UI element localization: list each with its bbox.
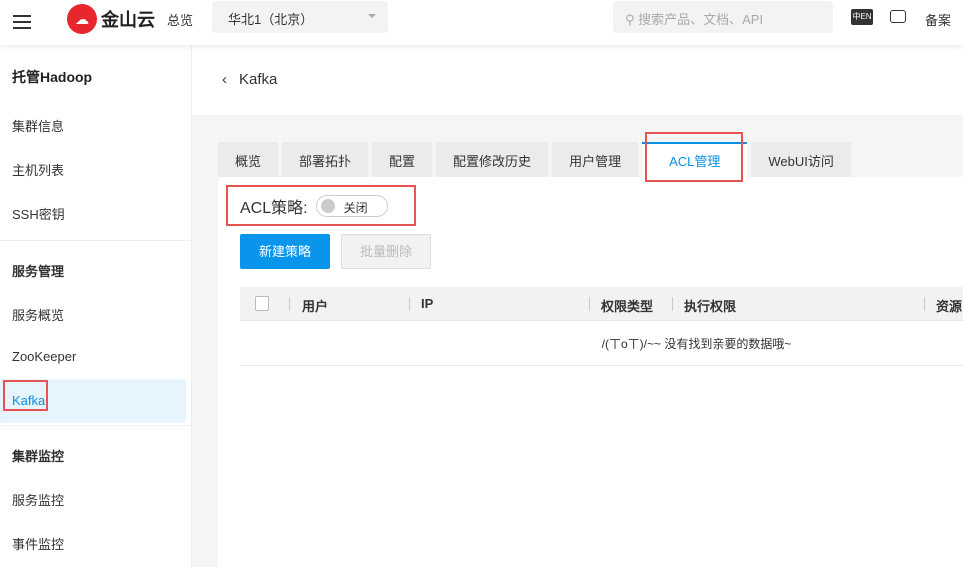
cloud-icon: ☁ (67, 4, 97, 34)
overview-link[interactable]: 总览 (167, 10, 193, 29)
page-title: Kafka (239, 71, 278, 88)
menu-icon[interactable] (13, 11, 31, 33)
sidebar-item-hosts[interactable]: 主机列表 (0, 146, 191, 190)
tab-users[interactable]: 用户管理 (552, 142, 639, 177)
sidebar-item-cluster-info[interactable]: 集群信息 (0, 102, 191, 146)
sidebar-item-service-overview[interactable]: 服务概览 (0, 291, 191, 335)
sidebar-section-monitor: 集群监控 (12, 449, 65, 464)
beian-link[interactable]: 备案 (925, 10, 951, 29)
sidebar-item-event-monitor[interactable]: 事件监控 (0, 520, 191, 564)
batch-delete-button[interactable]: 批量删除 (341, 234, 431, 269)
sidebar: 托管Hadoop 集群信息 主机列表 SSH密钥 服务管理 服务概览 ZooKe… (0, 45, 192, 567)
col-resource: 资源 (936, 299, 963, 314)
create-policy-button[interactable]: 新建策略 (240, 234, 330, 269)
mail-icon[interactable] (890, 10, 906, 23)
col-ip: IP (421, 296, 434, 311)
search-placeholder: 搜索产品、文档、API (638, 12, 764, 27)
search-icon: ⚲ (625, 12, 639, 27)
main-content: 概览 部署拓扑 配置 配置修改历史 用户管理 ACL管理 WebUI访问 ACL… (192, 115, 963, 567)
col-user: 用户 (302, 299, 329, 314)
language-icon[interactable]: 中EN (851, 9, 873, 25)
highlight-box (226, 185, 416, 226)
tab-topology[interactable]: 部署拓扑 (282, 142, 369, 177)
sidebar-item-ssh[interactable]: SSH密钥 (0, 190, 191, 234)
sidebar-title: 托管Hadoop (12, 69, 93, 85)
acl-panel: ACL策略: 关闭 新建策略 批量删除 用户 IP 权限类型 执行权限 资源 /(… (218, 177, 963, 567)
top-bar: ☁ 金山云 总览 华北1（北京） ⚲ 搜索产品、文档、API 中EN 备案 (0, 0, 963, 45)
table-header: 用户 IP 权限类型 执行权限 资源 (240, 287, 963, 321)
back-icon[interactable]: ‹ (222, 71, 227, 88)
col-perm-type: 权限类型 (601, 299, 654, 314)
region-value: 华北1（北京） (228, 12, 314, 27)
brand-name: 金山云 (101, 10, 155, 30)
page-header: ‹ Kafka (192, 45, 963, 115)
sidebar-section-services: 服务管理 (12, 264, 65, 279)
tab-webui[interactable]: WebUI访问 (751, 142, 851, 177)
sidebar-item-zookeeper[interactable]: ZooKeeper (0, 335, 191, 379)
chevron-down-icon (368, 14, 376, 22)
highlight-box (3, 380, 48, 411)
region-select[interactable]: 华北1（北京） (212, 1, 388, 33)
tab-overview[interactable]: 概览 (218, 142, 279, 177)
highlight-box (645, 132, 743, 182)
tab-config[interactable]: 配置 (372, 142, 433, 177)
tab-config-history[interactable]: 配置修改历史 (436, 142, 549, 177)
sidebar-item-service-monitor[interactable]: 服务监控 (0, 476, 191, 520)
col-exec-perm: 执行权限 (684, 299, 737, 314)
select-all-checkbox[interactable] (255, 296, 269, 311)
search-input[interactable]: ⚲ 搜索产品、文档、API (613, 1, 833, 33)
empty-message: /(ㄒoㄒ)/~~ 没有找到亲要的数据哦~ (240, 321, 963, 366)
logo[interactable]: ☁ 金山云 (67, 4, 155, 34)
tab-bar: 概览 部署拓扑 配置 配置修改历史 用户管理 ACL管理 WebUI访问 (218, 142, 855, 177)
